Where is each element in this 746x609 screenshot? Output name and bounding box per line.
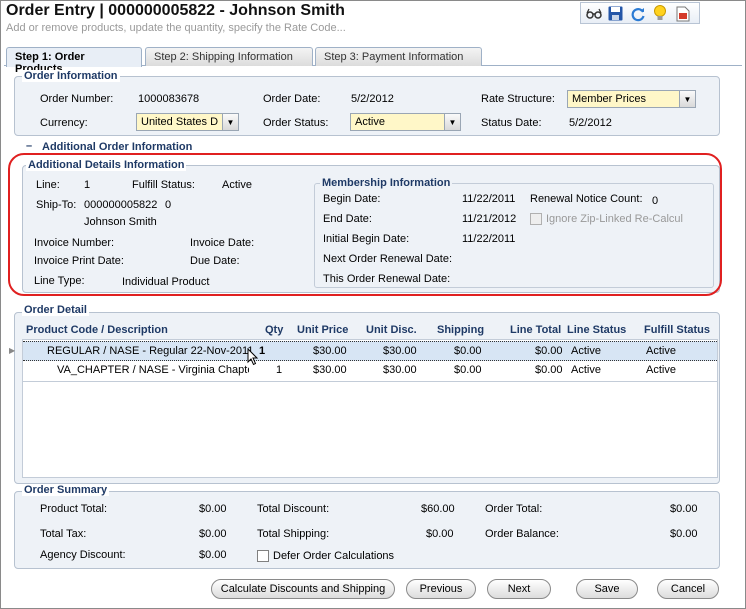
order-number-label: Order Number:	[40, 93, 114, 105]
agency-discount-label: Agency Discount:	[40, 549, 126, 561]
order-summary-title: Order Summary	[22, 484, 110, 496]
shipping-cell: $0.00	[454, 364, 482, 376]
line-total-cell: $0.00	[535, 364, 563, 376]
lightbulb-icon[interactable]	[651, 5, 668, 22]
col-line-status[interactable]: Line Status	[567, 324, 626, 336]
col-line-total[interactable]: Line Total	[510, 324, 561, 336]
total-tax-value: $0.00	[199, 528, 227, 540]
product-total-value: $0.00	[199, 503, 227, 515]
unit-disc-cell: $30.00	[383, 364, 417, 376]
page-subtitle: Add or remove products, update the quant…	[6, 22, 346, 34]
order-detail-title: Order Detail	[22, 304, 89, 316]
row-pointer-icon: ▶	[9, 346, 16, 355]
calculate-discounts-button[interactable]: Calculate Discounts and Shipping	[211, 579, 395, 599]
next-button[interactable]: Next	[487, 579, 551, 599]
unit-price-cell: $30.00	[313, 345, 347, 357]
order-total-value: $0.00	[670, 503, 698, 515]
order-detail-grid: ▶ REGULAR / NASE - Regular 22-Nov-2011 1…	[9, 339, 718, 478]
total-shipping-value: $0.00	[426, 528, 454, 540]
order-balance-value: $0.00	[670, 528, 698, 540]
previous-button[interactable]: Previous	[406, 579, 476, 599]
collapse-toggle[interactable]: –	[26, 140, 32, 152]
col-unit-disc[interactable]: Unit Disc.	[366, 324, 417, 336]
table-row[interactable]: ▶ REGULAR / NASE - Regular 22-Nov-2011 1…	[9, 341, 717, 366]
grid-header: Product Code / Description Qty Unit Pric…	[22, 322, 718, 339]
total-tax-label: Total Tax:	[40, 528, 87, 540]
save-icon[interactable]	[607, 5, 624, 22]
col-unit-price[interactable]: Unit Price	[297, 324, 348, 336]
defer-calculations-checkbox[interactable]	[257, 550, 269, 562]
order-status-select[interactable]: Active ▼	[350, 113, 461, 131]
rate-structure-label: Rate Structure:	[481, 93, 555, 105]
additional-order-title: Additional Order Information	[42, 141, 193, 153]
cancel-button[interactable]: Cancel	[657, 579, 719, 599]
chevron-down-icon: ▼	[679, 91, 695, 107]
chevron-down-icon: ▼	[222, 114, 238, 130]
order-date-value: 5/2/2012	[351, 93, 394, 105]
glasses-icon[interactable]	[585, 5, 602, 22]
page-title: Order Entry | 000000005822 - Johnson Smi…	[6, 2, 345, 19]
status-date-label: Status Date:	[481, 117, 542, 129]
currency-label: Currency:	[40, 117, 88, 129]
save-button[interactable]: Save	[576, 579, 638, 599]
product-cell: REGULAR / NASE - Regular 22-Nov-2011	[47, 345, 252, 357]
qty-cell[interactable]: 1	[276, 364, 282, 376]
col-product[interactable]: Product Code / Description	[26, 324, 168, 336]
report-icon[interactable]	[674, 5, 691, 22]
highlight-outline	[8, 153, 722, 296]
line-total-cell: $0.00	[535, 345, 563, 357]
order-information-title: Order Information	[22, 70, 120, 82]
toolbar	[580, 2, 700, 24]
order-number-value: 1000083678	[138, 93, 200, 105]
table-row[interactable]: VA_CHAPTER / NASE - Virginia Chapter 1 $…	[23, 361, 717, 381]
order-status-value: Active	[355, 116, 385, 128]
rate-structure-select[interactable]: Member Prices ▼	[567, 90, 696, 108]
refresh-icon[interactable]	[629, 5, 646, 22]
fulfill-status-cell: Active	[646, 364, 676, 376]
total-shipping-label: Total Shipping:	[257, 528, 330, 540]
total-discount-value: $60.00	[421, 503, 455, 515]
status-date-value: 5/2/2012	[569, 117, 612, 129]
fulfill-status-cell: Active	[646, 345, 676, 357]
line-status-cell: Active	[571, 364, 601, 376]
rate-structure-value: Member Prices	[572, 93, 646, 105]
total-discount-label: Total Discount:	[257, 503, 330, 515]
order-status-label: Order Status:	[263, 117, 329, 129]
shipping-cell: $0.00	[454, 345, 482, 357]
line-status-cell: Active	[571, 345, 601, 357]
order-balance-label: Order Balance:	[485, 528, 559, 540]
tab-payment-information[interactable]: Step 3: Payment Information	[315, 47, 482, 66]
tab-shipping-information[interactable]: Step 2: Shipping Information	[145, 47, 313, 66]
unit-price-cell: $30.00	[313, 364, 347, 376]
agency-discount-value: $0.00	[199, 549, 227, 561]
defer-calculations-label: Defer Order Calculations	[273, 550, 395, 562]
tab-order-products[interactable]: Step 1: Order Products	[6, 47, 142, 75]
unit-disc-cell: $30.00	[383, 345, 417, 357]
order-total-label: Order Total:	[485, 503, 543, 515]
col-fulfill-status[interactable]: Fulfill Status	[644, 324, 710, 336]
currency-value: United States D	[141, 116, 219, 128]
chevron-down-icon: ▼	[444, 114, 460, 130]
row-divider	[23, 381, 717, 382]
qty-cell[interactable]: 1	[259, 345, 265, 357]
order-date-label: Order Date:	[263, 93, 321, 105]
col-shipping[interactable]: Shipping	[437, 324, 484, 336]
currency-select[interactable]: United States D ▼	[136, 113, 239, 131]
col-qty[interactable]: Qty	[265, 324, 283, 336]
product-total-label: Product Total:	[40, 503, 108, 515]
product-cell: VA_CHAPTER / NASE - Virginia Chapter	[57, 364, 249, 376]
